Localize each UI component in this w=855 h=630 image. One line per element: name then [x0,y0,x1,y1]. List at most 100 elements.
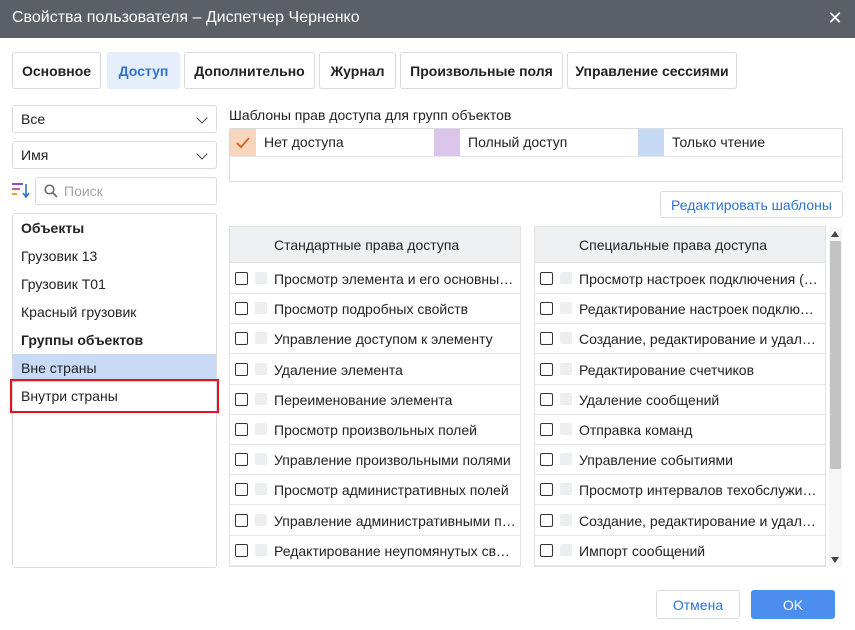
special-permission-row: Просмотр настроек подключения (устройств… [535,264,825,294]
permission-label: Переименование элемента [274,391,453,408]
permission-checkbox[interactable] [540,362,553,376]
permission-label: Редактирование настроек подключения [579,301,821,318]
permission-label: Управление доступом к элементу [274,331,493,348]
search-input[interactable] [64,181,212,201]
permission-checkbox-inactive [560,483,572,496]
ok-button[interactable]: OK [751,590,835,619]
tab-general[interactable]: Основное [12,52,101,89]
permission-checkbox[interactable] [235,302,248,316]
permission-checkbox[interactable] [235,362,248,376]
special-rights-header: Специальные права доступа [535,227,825,263]
template-no-access[interactable]: Нет доступа [230,129,434,156]
permission-checkbox-inactive [255,483,267,496]
list-item-group-inside-country[interactable]: Внутри страны [13,382,216,410]
edit-templates-button[interactable]: Редактировать шаблоны [660,191,843,218]
permission-label: Просмотр подробных свойств [274,301,469,318]
chevron-down-icon [196,148,208,160]
sort-field-select[interactable]: Имя [12,141,217,169]
special-rights-scrollbar[interactable] [829,227,842,567]
special-permission-row: Редактирование счетчиков [535,355,825,385]
permission-checkbox[interactable] [235,453,248,467]
standard-permission-row: Переименование элемента [230,385,520,415]
permission-checkbox-inactive [560,272,572,284]
scroll-down-icon[interactable] [831,557,839,563]
tab-log[interactable]: Журнал [319,52,396,89]
title-bar: Свойства пользователя – Диспетчер Чернен… [0,0,855,38]
permission-checkbox[interactable] [540,483,553,497]
permission-checkbox[interactable] [540,453,553,467]
permission-checkbox[interactable] [235,392,248,406]
list-item-object[interactable]: Грузовик 13 [13,242,216,270]
window-title: Свойства пользователя – Диспетчер Чернен… [12,9,360,26]
tab-session-management[interactable]: Управление сессиями [567,52,737,89]
special-permission-row: Импорт сообщений [535,536,825,566]
permission-label: Просмотр элемента и его основных свойств [274,271,516,287]
sort-order-icon[interactable] [12,182,30,200]
permission-checkbox-inactive [255,272,267,284]
scroll-up-icon[interactable] [831,231,839,237]
permission-label: Просмотр интервалов техобслуживания [579,482,821,499]
template-label: Только чтение [672,134,766,150]
permission-checkbox-inactive [560,453,572,466]
special-permission-row: Просмотр интервалов техобслуживания [535,475,825,506]
permission-checkbox-inactive [255,513,267,526]
permission-checkbox[interactable] [235,543,248,557]
permission-checkbox-inactive [560,332,572,345]
permission-checkbox-inactive [255,332,267,345]
permission-label: Создание, редактирование и удаление инте… [579,512,821,529]
template-label: Полный доступ [468,134,568,150]
standard-permission-row: Редактирование неупомянутых свойств [230,536,520,566]
template-read-only[interactable]: Только чтение [638,129,842,156]
permission-checkbox[interactable] [235,272,248,285]
standard-rights-panel: Стандартные права доступа Просмотр элеме… [229,226,521,567]
scrollbar-thumb[interactable] [830,241,841,469]
special-permission-row: Создание, редактирование и удаление инте… [535,506,825,536]
tab-custom-fields[interactable]: Произвольные поля [400,52,563,89]
special-permission-row: Управление событиями [535,445,825,476]
list-header-objects: Объекты [21,220,85,236]
permission-checkbox-inactive [255,543,267,556]
template-full-access[interactable]: Полный доступ [434,129,638,156]
tab-advanced[interactable]: Дополнительно [184,52,315,89]
object-list: Объекты Грузовик 13 Грузовик Т01 Красный… [12,213,217,568]
permission-label: Создание, редактирование и удаление датч… [579,331,821,348]
permission-checkbox[interactable] [235,513,248,527]
standard-permission-row: Управление доступом к элементу [230,324,520,355]
list-item-object[interactable]: Грузовик Т01 [13,270,216,298]
search-icon [44,184,58,198]
permission-label: Просмотр произвольных полей [274,422,477,438]
permission-label: Отправка команд [579,422,693,438]
search-box [35,177,217,205]
standard-permission-row: Управление административными полями [230,506,520,536]
standard-permission-row: Удаление элемента [230,355,520,385]
permission-checkbox[interactable] [540,302,553,316]
permission-checkbox-inactive [255,423,267,435]
close-icon[interactable]: ✕ [823,6,847,30]
permission-checkbox[interactable] [540,543,553,557]
permission-checkbox[interactable] [540,513,553,527]
permission-checkbox-inactive [560,362,572,375]
template-swatch [230,129,256,156]
permission-label: Управление административными полями [274,512,516,529]
list-item-object[interactable]: Красный грузовик [13,298,216,326]
permission-checkbox[interactable] [540,423,553,436]
special-rights-panel: Специальные права доступа Просмотр настр… [534,226,826,567]
permission-checkbox[interactable] [540,332,553,346]
permission-checkbox[interactable] [540,272,553,285]
list-item-group-outside-country[interactable]: Вне страны [13,354,216,382]
permission-label: Просмотр настроек подключения (устройств… [579,271,821,287]
permission-label: Импорт сообщений [579,542,706,559]
permission-checkbox[interactable] [235,332,248,346]
type-filter-select[interactable]: Все [12,105,217,133]
permission-checkbox[interactable] [235,423,248,436]
permission-checkbox[interactable] [540,392,553,406]
cancel-button[interactable]: Отмена [656,590,740,619]
standard-permission-row: Просмотр административных полей [230,475,520,506]
templates-row: Нет доступа Полный доступ Только чтение [230,129,842,157]
permission-label: Редактирование счетчиков [579,361,755,378]
tab-access[interactable]: Доступ [107,52,180,89]
permission-label: Удаление элемента [274,361,403,378]
permission-checkbox[interactable] [235,483,248,497]
permission-checkbox-inactive [560,513,572,526]
permission-checkbox-inactive [255,302,267,315]
